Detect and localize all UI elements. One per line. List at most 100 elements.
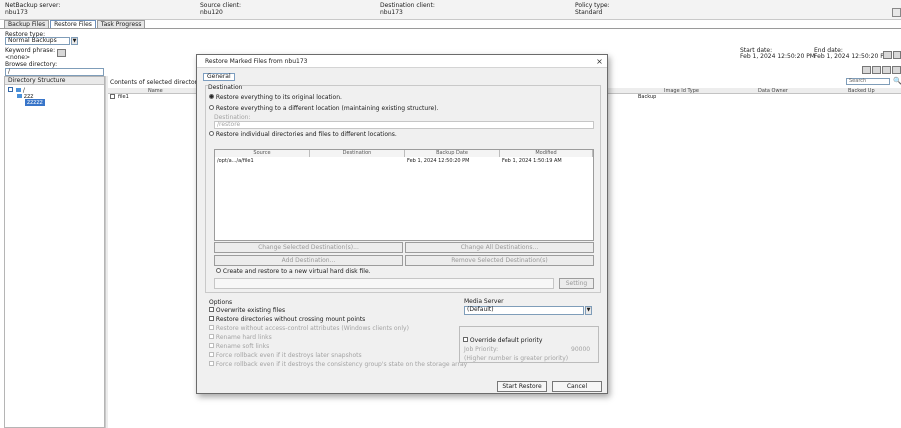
option-label: Force rollback even if it destroys the c… bbox=[215, 361, 468, 368]
cancel-button[interactable]: Cancel bbox=[552, 381, 602, 392]
radio-button[interactable] bbox=[216, 268, 221, 273]
option-no-acl[interactable]: Restore without access-control attribute… bbox=[209, 325, 409, 332]
vhd-path-input[interactable] bbox=[214, 278, 554, 289]
override-priority-label: Override default priority bbox=[469, 337, 543, 344]
option-label: Force rollback even if it destroys later… bbox=[215, 352, 362, 359]
keyword-value: <none> bbox=[5, 54, 31, 61]
destination-client-field: Destination client: nbu173 bbox=[380, 2, 435, 16]
option-rename-soft-links[interactable]: Rename soft links bbox=[209, 343, 269, 350]
netbackup-server-value: nbu173 bbox=[5, 9, 28, 16]
option-label: Restore directories without crossing mou… bbox=[215, 316, 366, 323]
option-no-mount-points[interactable]: Restore directories without crossing mou… bbox=[209, 316, 365, 323]
browse-directory-input[interactable]: / bbox=[5, 68, 104, 76]
start-date-value[interactable]: Feb 1, 2024 12:50:20 PM bbox=[740, 53, 815, 60]
refresh-icon[interactable] bbox=[872, 66, 881, 74]
dialog-title: Restore Marked Files from nbu173 bbox=[197, 55, 607, 68]
restore-dialog: Restore Marked Files from nbu173 × Gener… bbox=[196, 54, 608, 394]
keyword-edit-button[interactable] bbox=[57, 49, 66, 57]
close-icon[interactable]: × bbox=[595, 57, 604, 66]
vhd-label: Create and restore to a new virtual hard… bbox=[222, 268, 371, 275]
radio-individual-location[interactable]: Restore individual directories and files… bbox=[209, 131, 397, 138]
netbackup-server-field: NetBackup server: nbu173 bbox=[5, 2, 60, 16]
radio-different-location[interactable]: Restore everything to a different locati… bbox=[209, 105, 438, 112]
remove-selected-destination-button[interactable]: Remove Selected Destination(s) bbox=[405, 255, 594, 266]
cell-source: /opt/a.../a/file1 bbox=[217, 158, 254, 164]
option-force-rollback-snapshots[interactable]: Force rollback even if it destroys later… bbox=[209, 352, 362, 359]
checkbox[interactable] bbox=[209, 325, 214, 330]
chevron-down-icon[interactable]: ▼ bbox=[71, 37, 78, 45]
row-type: Backup bbox=[638, 94, 657, 100]
job-priority-spinner[interactable]: 90000 bbox=[571, 346, 590, 353]
change-selected-destination-button[interactable]: Change Selected Destination(s)... bbox=[214, 242, 403, 253]
priority-hint: (Higher number is greater priority) bbox=[464, 355, 569, 362]
search-icon[interactable]: 🔍 bbox=[893, 77, 901, 85]
setting-button[interactable]: Setting bbox=[559, 278, 594, 289]
option-force-rollback-consistency[interactable]: Force rollback even if it destroys the c… bbox=[209, 361, 467, 368]
radio-button[interactable] bbox=[209, 131, 214, 136]
radio-original-location[interactable]: Restore everything to its original locat… bbox=[209, 94, 342, 101]
radio-label: Restore everything to its original locat… bbox=[215, 94, 342, 101]
option-overwrite[interactable]: Overwrite existing files bbox=[209, 307, 285, 314]
checkbox[interactable] bbox=[209, 316, 214, 321]
folder-icon bbox=[15, 88, 21, 92]
change-all-destinations-button[interactable]: Change All Destinations... bbox=[405, 242, 594, 253]
destination-legend: Destination bbox=[208, 84, 243, 91]
checkbox[interactable] bbox=[209, 352, 214, 357]
radio-button[interactable] bbox=[209, 105, 214, 110]
column-header-backup-date[interactable]: Backup Date bbox=[405, 150, 500, 157]
filter-icon[interactable] bbox=[862, 66, 871, 74]
option-label: Rename soft links bbox=[215, 343, 270, 350]
destination-table: Source Destination Backup Date Modified … bbox=[214, 149, 594, 241]
restore-type-select[interactable]: Normal Backups bbox=[5, 37, 70, 45]
row-checkbox[interactable] bbox=[110, 94, 115, 99]
checkbox[interactable] bbox=[463, 337, 468, 342]
media-server-label: Media Server bbox=[464, 298, 504, 305]
checkbox[interactable] bbox=[209, 334, 214, 339]
radio-button[interactable] bbox=[209, 94, 214, 99]
cell-backup-date: Feb 1, 2024 12:50:20 PM bbox=[407, 158, 470, 164]
options-icon[interactable] bbox=[892, 66, 901, 74]
tab-divider bbox=[0, 28, 901, 29]
column-header-source[interactable]: Source bbox=[215, 150, 310, 157]
radio-label: Restore individual directories and files… bbox=[215, 131, 397, 138]
checkbox[interactable] bbox=[209, 343, 214, 348]
tree-node-zzzzz[interactable]: zzzzz bbox=[25, 99, 45, 106]
folder-icon bbox=[17, 94, 22, 98]
search-input[interactable]: Search bbox=[846, 78, 890, 85]
panel-splitter[interactable] bbox=[105, 76, 108, 428]
media-server-select[interactable]: (Default) bbox=[464, 306, 584, 315]
checkbox[interactable] bbox=[209, 307, 214, 312]
destination-path-input[interactable]: /restore bbox=[214, 121, 594, 129]
end-date-value[interactable]: Feb 1, 2024 12:50:20 PM bbox=[814, 53, 889, 60]
policy-type-field: Policy type: Standard bbox=[575, 2, 610, 16]
option-label: Restore without access-control attribute… bbox=[215, 325, 409, 332]
chevron-down-icon[interactable]: ▼ bbox=[585, 306, 592, 315]
vhd-option[interactable]: Create and restore to a new virtual hard… bbox=[216, 268, 371, 275]
cell-modified: Feb 1, 2024 1:50:19 AM bbox=[502, 158, 562, 164]
tree-label: zzzzz bbox=[27, 99, 43, 106]
browse-directory-label: Browse directory: bbox=[5, 61, 58, 68]
calendar-icon[interactable] bbox=[893, 51, 901, 59]
column-header-destination[interactable]: Destination bbox=[310, 150, 405, 157]
policy-type-value: Standard bbox=[575, 9, 603, 16]
source-client-field: Source client: nbu120 bbox=[200, 2, 241, 16]
edit-clients-button[interactable] bbox=[892, 8, 901, 17]
column-header-modified[interactable]: Modified bbox=[500, 150, 593, 157]
options-legend: Options bbox=[209, 299, 233, 306]
option-rename-hard-links[interactable]: Rename hard links bbox=[209, 334, 272, 341]
option-label: Rename hard links bbox=[215, 334, 272, 341]
column-layout-icon[interactable] bbox=[882, 66, 891, 74]
tab-general[interactable]: General bbox=[203, 73, 235, 81]
radio-label: Restore everything to a different locati… bbox=[215, 105, 439, 112]
calendar-icon[interactable] bbox=[883, 51, 892, 59]
tree-checkbox[interactable] bbox=[8, 87, 13, 92]
checkbox[interactable] bbox=[209, 361, 214, 366]
destination-client-value: nbu173 bbox=[380, 9, 403, 16]
row-name: file1 bbox=[118, 94, 129, 100]
contents-label: Contents of selected directory bbox=[110, 79, 201, 86]
table-row[interactable]: /opt/a.../a/file1 Feb 1, 2024 12:50:20 P… bbox=[215, 158, 593, 164]
override-priority-option[interactable]: Override default priority bbox=[463, 337, 542, 344]
start-restore-button[interactable]: Start Restore bbox=[497, 381, 547, 392]
keyword-label: Keyword phrase: bbox=[5, 47, 56, 54]
add-destination-button[interactable]: Add Destination... bbox=[214, 255, 403, 266]
